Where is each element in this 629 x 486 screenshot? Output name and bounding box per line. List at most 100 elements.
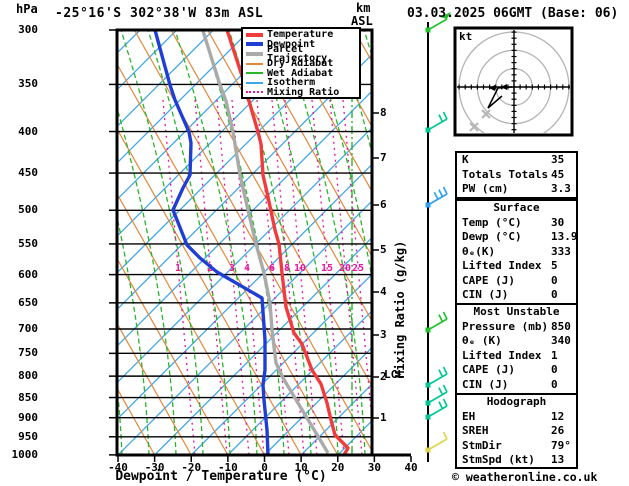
datetime-label: 03.03.2025 06GMT (Base: 06) [407, 6, 619, 21]
mixing-ratio-label: 1 [175, 263, 181, 274]
copyright: © weatheronline.co.uk [452, 470, 598, 484]
stat-label: CIN (J) [462, 288, 509, 301]
stat-value: 13.9 [551, 230, 578, 243]
stat-row: Totals Totals 45 [457, 168, 576, 183]
pressure-tick-label: 400 [18, 124, 38, 138]
legend: Temperature Dewpoint Parcel Trajectory Dry … [241, 27, 361, 99]
pressure-tick-label: 900 [18, 410, 38, 424]
stat-row: Temp (°C) 30 [457, 216, 576, 231]
hodograph-stats-panel: Hodograph EH 12 SREH 26 StmDir 79° StmSpd (kt) 1… [455, 393, 578, 469]
pressure-tick-label: 800 [18, 369, 38, 383]
stat-label: Lifted Index [462, 348, 542, 362]
pressure-tick-label: 750 [18, 346, 38, 360]
km-tick-label: 3 [380, 328, 387, 341]
stat-value: 79° [551, 438, 571, 452]
pressure-tick-label: 650 [18, 295, 38, 309]
km-tick-label: 4 [380, 285, 387, 298]
wet-adiabat-line [117, 105, 177, 455]
stat-value: 0 [551, 363, 558, 376]
wet-adiabat-line [117, 379, 123, 455]
stat-value: 5 [551, 259, 558, 272]
pressure-tick-label: 450 [18, 166, 38, 180]
stat-value: 0 [551, 288, 558, 301]
legend-line-sample [246, 51, 263, 56]
stat-label: StmSpd (kt) [462, 453, 535, 466]
stat-row: Dewp (°C) 13.9 [457, 230, 578, 245]
hodograph [453, 26, 574, 137]
mixing-ratio-label: 4 [244, 263, 250, 274]
legend-line-sample [246, 81, 263, 84]
mixing-ratio-label: 25 [352, 263, 364, 274]
legend-line-sample [246, 42, 263, 47]
km-axis-label-2: ASL [351, 14, 373, 28]
pressure-tick-label: 500 [18, 203, 38, 217]
stat-label: CAPE (J) [462, 363, 515, 376]
stat-row: θₑ (K) 340 [457, 334, 576, 349]
surface-panel: Surface Temp (°C) 30 Dewp (°C) 13.9 θₑ(K) 333 L… [455, 199, 578, 305]
mixing-ratio-label: 3 [229, 263, 235, 274]
pressure-tick-label: 1000 [11, 447, 39, 461]
legend-item: Mixing Ratio [246, 87, 359, 97]
stat-label: StmDir [462, 438, 502, 452]
km-tick-label: 8 [380, 106, 387, 119]
stat-label: PW (cm) [462, 182, 509, 195]
stat-value: 333 [551, 244, 571, 258]
km-tick-label: 1 [380, 411, 387, 424]
panel-header: Hodograph [486, 395, 547, 408]
stat-value: 12 [551, 409, 565, 423]
indices-panel: K 35 Totals Totals 45 PW (cm) 3.3 [455, 151, 578, 199]
pressure-tick-label: 550 [18, 236, 38, 250]
stat-value: 0 [551, 273, 558, 287]
stat-label: θₑ (K) [462, 334, 502, 347]
isotherm-line [117, 90, 372, 348]
stat-label: Dewp (°C) [462, 230, 522, 243]
mixing-ratio-axis-title: Mixing Ratio (g/kg) [393, 240, 407, 378]
mixing-ratio-label: 15 [321, 263, 333, 274]
skewt-screenshot: 1 2 3 4 6 8 10 15 20 25 hPa -25°16'S 302°38'W 83m… [0, 0, 629, 486]
stat-row: StmSpd (kt) 13 [457, 453, 576, 468]
km-tick-label: 6 [380, 198, 387, 211]
stat-row: Lifted Index 5 [457, 259, 576, 274]
temp-tick-label: 30 [367, 461, 381, 474]
stat-value: 13 [551, 453, 565, 466]
legend-item-label: Dry Adiabat [267, 58, 334, 70]
km-tick-label: 5 [380, 243, 387, 256]
mixing-ratio-line [284, 99, 318, 455]
stat-row: Lifted Index 1 [457, 349, 576, 364]
panel-header: Surface [493, 201, 540, 214]
wet-adiabat-line [117, 214, 150, 455]
mixing-ratio-label: 20 [339, 263, 351, 274]
stat-value: 340 [551, 334, 571, 347]
pressure-tick-label: 850 [18, 390, 38, 404]
stat-value: 26 [551, 424, 565, 437]
stat-value: 3.3 [551, 182, 571, 195]
stat-row: SREH 26 [457, 424, 576, 439]
legend-line-sample [246, 91, 263, 94]
stat-row: StmDir 79° [457, 439, 576, 454]
stat-label: Pressure (mb) [462, 319, 549, 333]
station-title: -25°16'S 302°38'W 83m ASL [55, 6, 264, 21]
wet-adiabat-line [580, 30, 629, 455]
pressure-tick-label: 300 [18, 23, 38, 36]
stat-label: EH [462, 409, 476, 423]
stat-value: 0 [551, 377, 558, 391]
legend-line-sample [246, 32, 263, 37]
stat-row: CIN (J) 0 [457, 378, 576, 393]
stat-row: Pressure (mb) 850 [457, 320, 576, 335]
legend-line-sample [246, 72, 263, 75]
temp-tick-label: 40 [404, 461, 418, 474]
stat-label: K [462, 153, 469, 166]
mixing-ratio-label: 8 [284, 263, 290, 274]
stat-label: SREH [462, 424, 489, 437]
mixing-ratio-label: 10 [294, 263, 306, 274]
x-axis-title: Dewpoint / Temperature (°C) [115, 469, 327, 484]
stat-value: 850 [551, 319, 571, 333]
stat-label: CAPE (J) [462, 273, 515, 287]
stat-value: 1 [551, 348, 558, 362]
legend-line-sample [246, 62, 263, 65]
stat-value: 35 [551, 153, 565, 166]
stat-row: CAPE (J) 0 [457, 274, 576, 289]
pressure-unit-label: hPa [16, 2, 38, 16]
stat-label: Temp (°C) [462, 215, 522, 229]
legend-item-label: Temperature [267, 29, 334, 41]
